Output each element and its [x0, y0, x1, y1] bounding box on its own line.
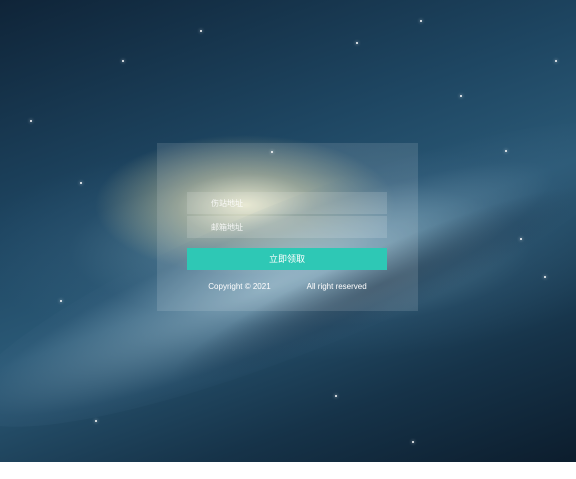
star — [200, 30, 202, 32]
star — [544, 276, 546, 278]
star — [335, 395, 337, 397]
star — [520, 238, 522, 240]
star — [505, 150, 507, 152]
copyright-text: Copyright © 2021 All right reserved — [157, 281, 418, 292]
star — [420, 20, 422, 22]
star — [80, 182, 82, 184]
star — [30, 120, 32, 122]
star — [356, 42, 358, 44]
star — [555, 60, 557, 62]
star — [122, 60, 124, 62]
copyright-suffix: All right reserved — [304, 282, 367, 291]
copyright-link[interactable] — [273, 282, 305, 291]
claim-button[interactable]: 立即领取 — [187, 248, 387, 270]
star — [60, 300, 62, 302]
star — [460, 95, 462, 97]
website-input[interactable] — [187, 191, 387, 215]
email-input[interactable] — [187, 215, 387, 239]
website-field[interactable] — [187, 191, 387, 215]
star — [412, 441, 414, 443]
email-field[interactable] — [187, 215, 387, 239]
form-panel: 立即领取 Copyright © 2021 All right reserved — [157, 143, 418, 311]
copyright-prefix: Copyright © 2021 — [208, 282, 273, 291]
star — [95, 420, 97, 422]
